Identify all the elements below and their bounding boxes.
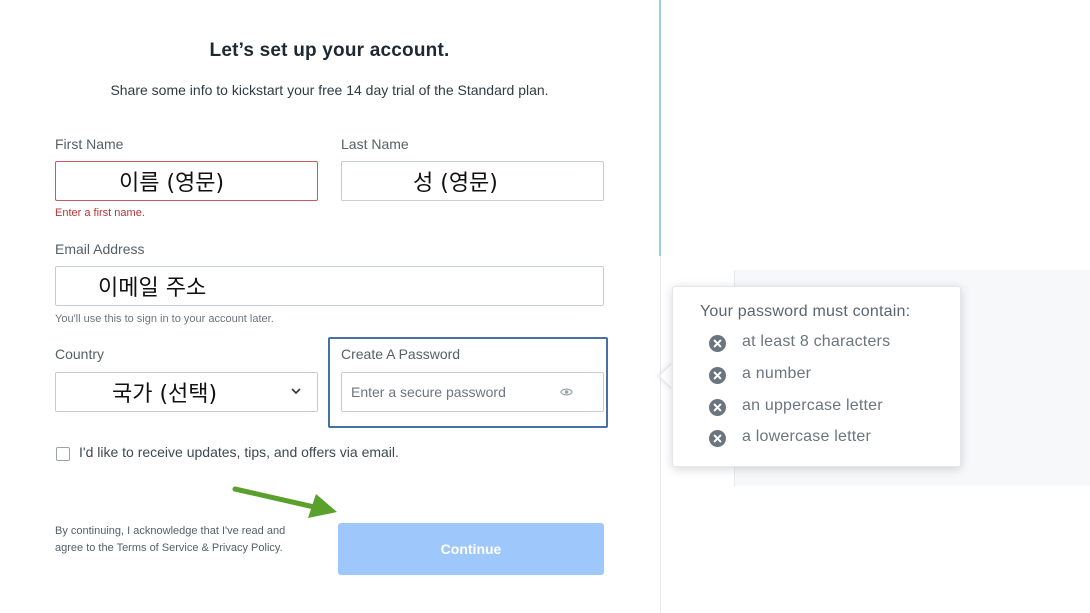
continue-button[interactable]: Continue — [338, 523, 604, 575]
x-circle-icon — [709, 367, 726, 384]
legal-notice: By continuing, I acknowledge that I've r… — [55, 525, 286, 554]
country-value: 국가 (선택) — [112, 382, 218, 407]
email-updates-label[interactable]: I'd like to receive updates, tips, and o… — [79, 444, 399, 460]
password-label: Create A Password — [341, 346, 461, 362]
panel-edge-accent — [659, 0, 661, 256]
x-circle-icon — [709, 335, 726, 352]
requirement-text: at least 8 characters — [742, 333, 891, 350]
password-requirements-tooltip: Your password must contain: at least 8 c… — [672, 286, 961, 467]
requirement-text: an uppercase letter — [742, 397, 883, 414]
page-subtitle: Share some info to kickstart your free 1… — [110, 82, 549, 98]
chevron-down-icon[interactable] — [291, 387, 301, 395]
requirement-text: a lowercase letter — [742, 428, 871, 445]
signup-form-panel: Let’s set up your account. Share some in… — [0, 0, 661, 613]
requirement-text: a number — [742, 365, 812, 382]
first-name-field[interactable]: 이름 (영문) — [55, 161, 318, 201]
first-name-label: First Name — [55, 136, 124, 152]
x-circle-icon — [709, 399, 726, 416]
email-field[interactable]: 이메일 주소 — [55, 266, 604, 306]
last-name-value: 성 (영문) — [413, 171, 498, 196]
country-label: Country — [55, 346, 105, 362]
first-name-error: Enter a first name. — [55, 207, 145, 219]
page-title: Let’s set up your account. — [209, 40, 450, 61]
annotation-arrow-icon — [232, 486, 337, 518]
last-name-field[interactable]: 성 (영문) — [341, 161, 604, 201]
password-requirements-title: Your password must contain: — [700, 303, 911, 320]
last-name-label: Last Name — [341, 136, 409, 152]
x-circle-icon — [709, 430, 726, 447]
email-hint: You'll use this to sign in to your accou… — [55, 313, 274, 325]
eye-icon[interactable] — [560, 387, 573, 397]
country-select[interactable]: 국가 (선택) — [55, 372, 318, 412]
email-label: Email Address — [55, 241, 145, 257]
email-value: 이메일 주소 — [98, 276, 207, 301]
first-name-value: 이름 (영문) — [119, 171, 225, 196]
email-updates-checkbox[interactable] — [56, 447, 70, 461]
